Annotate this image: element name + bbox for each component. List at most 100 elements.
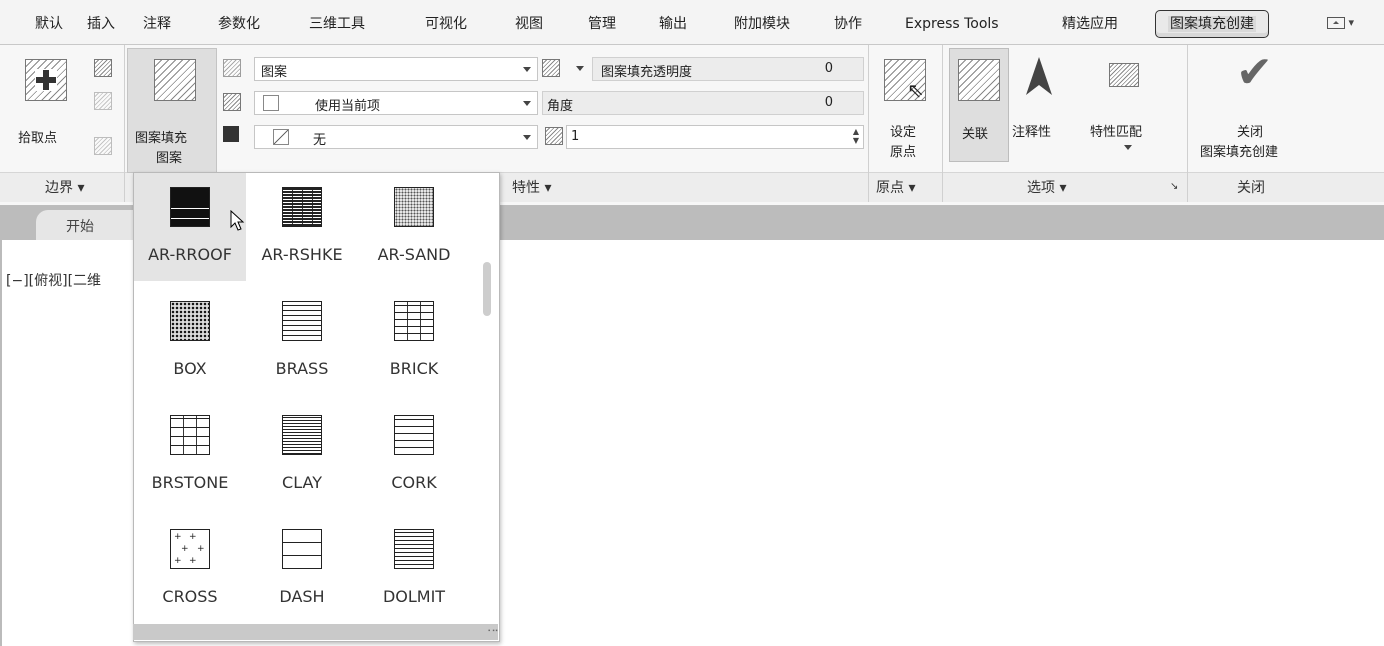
panel-title-boundary[interactable]: 边界 ▾ [45,177,84,197]
set-origin-icon[interactable]: ⇖ [884,59,926,101]
ar-rshke-swatch-icon [282,187,322,227]
tab-parametric[interactable]: 参数化 [218,14,260,34]
transparency-field[interactable]: 图案填充透明度 0 [592,57,864,81]
dolmit-swatch-icon [394,529,434,569]
recreate-boundary-icon[interactable] [94,137,112,155]
chevron-down-icon[interactable] [576,66,584,71]
gallery-scrollbar-thumb[interactable] [483,262,491,316]
hatch-color-dropdown[interactable]: 使用当前项 [254,91,538,115]
chevron-down-icon [523,67,531,72]
box-swatch-icon [170,301,210,341]
pattern-item-clay[interactable]: CLAY [246,401,358,509]
chevron-down-icon [523,101,531,106]
panel-title-properties[interactable]: 特性 ▾ [512,177,551,197]
pattern-label: DASH [279,587,325,606]
hatch-bg-icon [223,126,239,142]
clay-swatch-icon [282,415,322,455]
close-label-1[interactable]: 关闭 [1237,121,1263,140]
pattern-gallery-button[interactable]: 图案填充 图案 [127,48,217,173]
hatch-type-value: 图案 [261,65,288,80]
resize-grip-icon[interactable]: ⠠⠤ [484,624,499,635]
angle-field[interactable]: 角度 0 [542,91,864,115]
annotative-label[interactable]: 注释性 [1012,121,1051,140]
dash-swatch-icon [282,529,322,569]
pick-points-label: 拾取点 [18,131,58,146]
pattern-item-cork[interactable]: CORK [358,401,470,509]
tab-addins[interactable]: 附加模块 [734,14,790,34]
tab-express-tools[interactable]: Express Tools [905,14,999,34]
pattern-button-line1: 图案填充 [135,131,188,146]
ribbon-minimize-button[interactable]: ▾ [1327,16,1367,34]
scale-icon [545,127,563,145]
tab-collaborate[interactable]: 协作 [834,14,862,34]
viewport-border [0,240,2,646]
close-check-icon[interactable]: ✔ [1236,51,1273,95]
pattern-item-ar-sand[interactable]: AR-SAND [358,173,470,281]
pattern-item-brick[interactable]: BRICK [358,287,470,395]
hatch-color-icon [223,93,241,111]
associative-label: 关联 [962,127,989,142]
options-launcher-icon[interactable]: ↘ [1170,181,1178,192]
tab-featured-apps[interactable]: 精选应用 [1062,14,1118,34]
color-swatch [263,95,279,111]
remove-boundary-icon[interactable] [94,92,112,110]
associative-button[interactable]: 关联 [949,48,1009,162]
no-color-swatch [273,129,289,145]
chevron-down-icon [523,135,531,140]
pattern-label: AR-RSHKE [261,245,343,264]
tab-insert[interactable]: 插入 [87,14,115,34]
close-label-2[interactable]: 图案填充创建 [1200,141,1278,160]
angle-value: 0 [824,95,833,110]
tab-annotate[interactable]: 注释 [143,14,171,34]
add-point-icon[interactable] [25,59,67,101]
select-objects-icon[interactable] [94,59,112,77]
hatch-type-dropdown[interactable]: 图案 [254,57,538,81]
match-properties-label[interactable]: 特性匹配 [1090,121,1142,140]
pattern-item-cross[interactable]: + + + + + + CROSS [134,515,246,623]
pattern-item-brass[interactable]: BRASS [246,287,358,395]
pattern-item-box[interactable]: BOX [134,287,246,395]
tab-hatch-creation[interactable]: 图案填充创建 [1155,10,1269,38]
pattern-label: AR-SAND [377,245,451,264]
pattern-gallery-dropdown: AR-RROOF AR-RSHKE AR-SAND BOX BRASS BRIC… [133,172,500,642]
pattern-item-dash[interactable]: DASH [246,515,358,623]
transparency-icon[interactable] [542,59,560,77]
pattern-label: DOLMIT [382,587,446,606]
pattern-item-brstone[interactable]: BRSTONE [134,401,246,509]
angle-label: 角度 [547,99,574,114]
hatch-bg-dropdown[interactable]: 无 [254,125,538,149]
panel-divider [868,45,869,202]
hatch-bg-value: 无 [313,133,327,148]
panel-divider [1187,45,1188,202]
gallery-resize-footer[interactable] [133,624,498,640]
pattern-label: AR-RROOF [148,245,232,264]
panel-title-origin[interactable]: 原点 ▾ [876,177,915,197]
hatch-type-icon [223,59,241,77]
brick-swatch-icon [394,301,434,341]
pattern-label: BRSTONE [151,473,229,492]
tab-output[interactable]: 输出 [659,14,687,34]
tab-manage[interactable]: 管理 [588,14,616,34]
set-origin-label-1: 设定 [890,125,917,140]
pattern-item-dolmit[interactable]: DOLMIT [358,515,470,623]
viewport-controls-label[interactable]: [−][俯视][二维 [6,270,101,290]
hatch-color-value: 使用当前项 [315,99,381,114]
ar-sand-swatch-icon [394,187,434,227]
panel-divider [124,45,125,202]
tab-3d-tools[interactable]: 三维工具 [309,14,365,34]
match-properties-icon[interactable] [1103,55,1147,95]
pattern-item-ar-rshke[interactable]: AR-RSHKE [246,173,358,281]
pattern-swatch-icon [154,59,196,101]
chevron-down-icon[interactable] [1124,145,1132,150]
panel-title-options[interactable]: 选项 ▾ [1027,177,1066,197]
tab-start[interactable]: 开始 [36,210,140,240]
pattern-label: BRASS [275,359,329,378]
tab-default[interactable]: 默认 [35,14,63,34]
scale-field[interactable]: 1 ▲ ▼ [566,125,864,149]
tab-visualize[interactable]: 可视化 [425,14,467,34]
brstone-swatch-icon [170,415,210,455]
tab-hatch-creation-label: 图案填充创建 [1168,16,1256,32]
spinner-icon[interactable]: ▲ ▼ [853,127,859,145]
tab-view[interactable]: 视图 [515,14,543,34]
annotative-icon[interactable] [1022,55,1056,99]
